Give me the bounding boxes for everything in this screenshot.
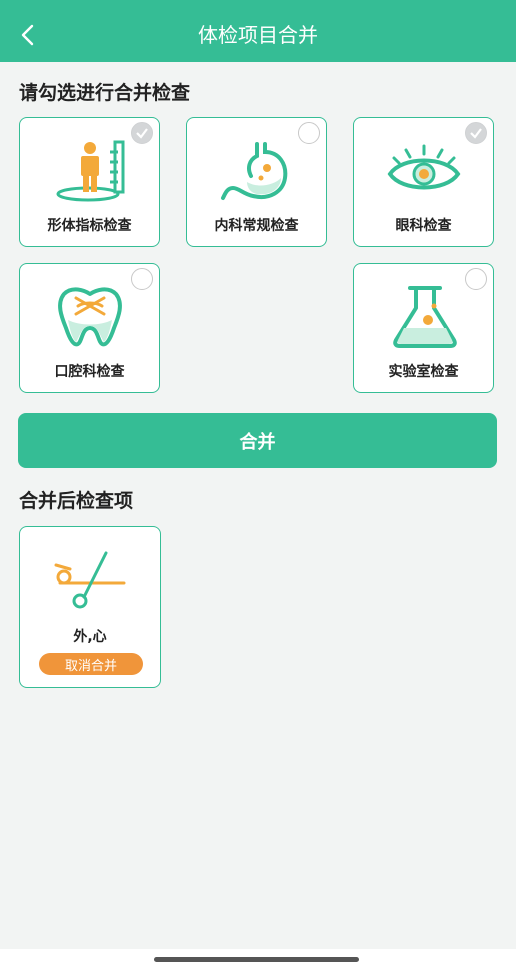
checkbox-checked[interactable] xyxy=(465,122,487,144)
checkbox-unchecked[interactable] xyxy=(298,122,320,144)
home-indicator[interactable] xyxy=(154,957,359,962)
check-icon xyxy=(136,128,148,139)
exam-card-dental[interactable]: 口腔科检查 xyxy=(19,263,160,393)
exam-card-label: 眼科检查 xyxy=(395,218,452,234)
page-title: 体检项目合并 xyxy=(198,23,318,47)
exam-card-label: 口腔科检查 xyxy=(54,364,125,380)
select-section-title: 请勾选进行合并检查 xyxy=(19,82,191,104)
merged-item-card: 外,心 取消合并 xyxy=(19,526,161,688)
stomach-icon xyxy=(221,142,288,200)
exam-card-ophthalmology[interactable]: 眼科检查 xyxy=(353,117,494,247)
exam-card-label: 形体指标检查 xyxy=(47,218,132,234)
result-section-title: 合并后检查项 xyxy=(19,490,134,512)
checkbox-checked[interactable] xyxy=(131,122,153,144)
exam-card-label: 实验室检查 xyxy=(388,364,459,380)
header-bar: 体检项目合并 xyxy=(0,0,516,62)
exam-card-body-metrics[interactable]: 形体指标检查 xyxy=(19,117,160,247)
checkbox-unchecked[interactable] xyxy=(465,268,487,290)
tooth-icon xyxy=(58,287,122,347)
body-height-icon xyxy=(56,140,125,202)
check-icon xyxy=(470,128,482,139)
cancel-merge-button[interactable]: 取消合并 xyxy=(39,653,143,675)
scissors-icon xyxy=(54,551,126,609)
checkbox-unchecked[interactable] xyxy=(131,268,153,290)
flask-icon xyxy=(393,286,457,348)
exam-card-laboratory[interactable]: 实验室检查 xyxy=(353,263,494,393)
exam-card-internal-medicine[interactable]: 内科常规检查 xyxy=(186,117,327,247)
merge-button[interactable]: 合并 xyxy=(18,413,497,468)
exam-card-label: 内科常规检查 xyxy=(214,218,299,234)
eye-icon xyxy=(387,144,461,190)
merged-item-label: 外,心 xyxy=(73,629,107,645)
